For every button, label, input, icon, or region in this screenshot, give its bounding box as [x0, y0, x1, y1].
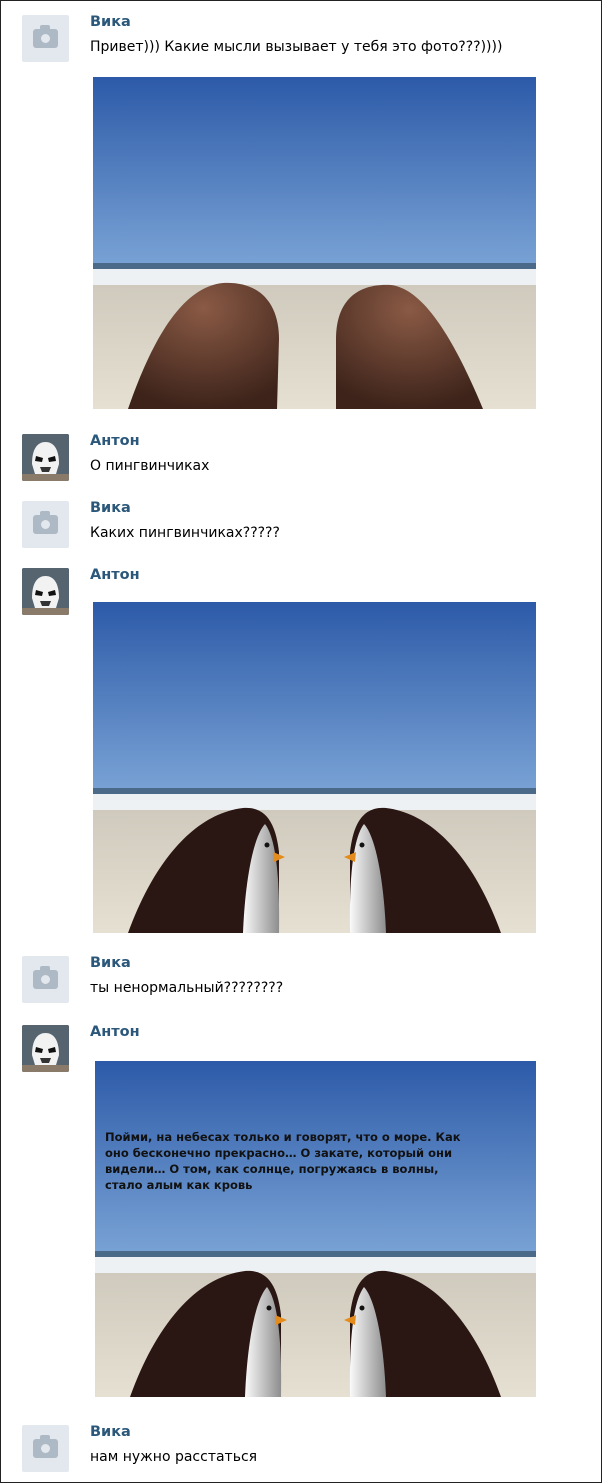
message-text: Каких пингвинчиках????? [90, 525, 280, 541]
stormtrooper-icon [22, 434, 69, 481]
author-name[interactable]: Вика [90, 955, 131, 971]
camera-icon [33, 966, 58, 989]
avatar[interactable] [22, 1025, 69, 1072]
author-name[interactable]: Антон [90, 433, 140, 449]
message-text: нам нужно расстаться [90, 1449, 258, 1465]
camera-icon [33, 511, 58, 534]
stormtrooper-icon [22, 1025, 69, 1072]
author-name[interactable]: Вика [90, 14, 131, 30]
avatar[interactable] [22, 501, 69, 548]
avatar[interactable] [22, 1425, 69, 1472]
avatar[interactable] [22, 956, 69, 1003]
avatar[interactable] [22, 15, 69, 62]
author-name[interactable]: Антон [90, 567, 140, 583]
photo-attachment[interactable]: Пойми, на небесах только и говорят, что … [95, 1061, 536, 1397]
message-text: Привет))) Какие мысли вызывает у тебя эт… [90, 39, 503, 55]
author-name[interactable]: Вика [90, 500, 131, 516]
author-name[interactable]: Вика [90, 1424, 131, 1440]
photo-attachment[interactable] [93, 602, 536, 933]
message-text: ты ненормальный???????? [90, 980, 284, 996]
avatar[interactable] [22, 568, 69, 615]
photo-attachment[interactable] [93, 77, 536, 409]
photo-caption: Пойми, на небесах только и говорят, что … [105, 1130, 461, 1192]
stormtrooper-icon [22, 568, 69, 615]
message-text: О пингвинчиках [90, 458, 210, 474]
avatar[interactable] [22, 434, 69, 481]
chat-window: Вика Привет))) Какие мысли вызывает у те… [0, 0, 602, 1483]
camera-icon [33, 25, 58, 48]
author-name[interactable]: Антон [90, 1024, 140, 1040]
camera-icon [33, 1435, 58, 1458]
